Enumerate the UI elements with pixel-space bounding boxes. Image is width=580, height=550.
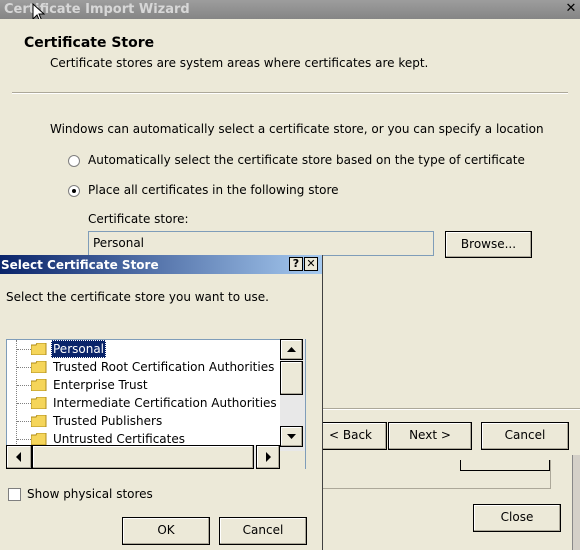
ok-button[interactable]: OK [122,517,210,545]
tree-branch-line [17,403,31,404]
scroll-down-button[interactable] [280,426,303,447]
tree-item-label: Intermediate Certification Authorities [53,396,277,410]
arrow-left-icon [16,452,21,462]
folder-icon [31,343,47,355]
horizontal-scroll-thumb[interactable] [32,445,254,469]
radio-place-in-store-label[interactable]: Place all certificates in the following … [88,183,339,197]
close-button[interactable]: Close [473,504,561,532]
tree-branch-line [17,421,31,422]
tree-item-label: Enterprise Trust [53,378,148,392]
tree-item-label: Trusted Root Certification Authorities [53,360,275,374]
tree-branch-line [17,385,31,386]
background-button-edge [460,460,550,471]
page-subtitle: Certificate stores are system areas wher… [50,56,429,70]
tree-item-label: Personal [51,340,107,358]
intro-text: Windows can automatically select a certi… [50,122,544,136]
dialog-close-icon[interactable]: ✕ [304,257,318,271]
tree-branch-line [17,367,31,368]
next-button[interactable]: Next > [388,422,472,450]
wizard-cancel-button[interactable]: Cancel [481,422,569,450]
radio-auto-select[interactable] [68,155,80,167]
arrow-right-icon [266,452,271,462]
folder-icon [31,433,47,445]
dialog-instruction: Select the certificate store you want to… [6,290,269,304]
show-physical-stores-label[interactable]: Show physical stores [27,487,153,501]
scrollbar-corner [280,451,305,469]
dialog-titlebar[interactable]: Select Certificate Store ? ✕ [0,255,322,274]
radio-place-in-store[interactable] [68,185,80,197]
tree-item-label: Trusted Publishers [53,414,163,428]
scroll-right-button[interactable] [256,445,280,469]
arrow-down-icon [287,434,296,439]
show-physical-stores-checkbox[interactable] [8,488,21,501]
certificate-store-field: Personal [88,231,434,256]
folder-icon [31,361,47,373]
wizard-header: Certificate Store Certificate stores are… [0,19,580,74]
background-window-edge [572,455,580,550]
tree-branch-line [17,439,31,440]
certificate-store-label: Certificate store: [88,212,189,226]
scroll-up-button[interactable] [280,339,303,360]
folder-icon [31,397,47,409]
dialog-title: Select Certificate Store [1,258,159,272]
tree-branch-line [17,349,31,350]
radio-auto-select-label[interactable]: Automatically select the certificate sto… [88,153,525,167]
arrow-up-icon [287,347,296,352]
wizard-titlebar[interactable]: Certificate Import Wizard ✕ [0,0,580,19]
tree-connector [16,340,17,452]
wizard-close-icon[interactable]: ✕ [564,2,578,16]
folder-icon [31,415,47,427]
vertical-scrollbar[interactable] [280,339,305,451]
back-button[interactable]: < Back [314,422,387,450]
scroll-left-button[interactable] [6,445,32,469]
select-store-dialog: Select Certificate Store ? ✕ Select the … [0,255,323,550]
dialog-cancel-button[interactable]: Cancel [219,517,307,545]
help-icon[interactable]: ? [289,257,303,271]
horizontal-scrollbar[interactable] [6,445,280,469]
browse-button[interactable]: Browse... [445,231,532,258]
page-title: Certificate Store [24,35,155,51]
header-divider [12,92,568,94]
footer-divider [322,408,580,410]
vertical-scroll-thumb[interactable] [280,361,303,395]
folder-icon [31,379,47,391]
